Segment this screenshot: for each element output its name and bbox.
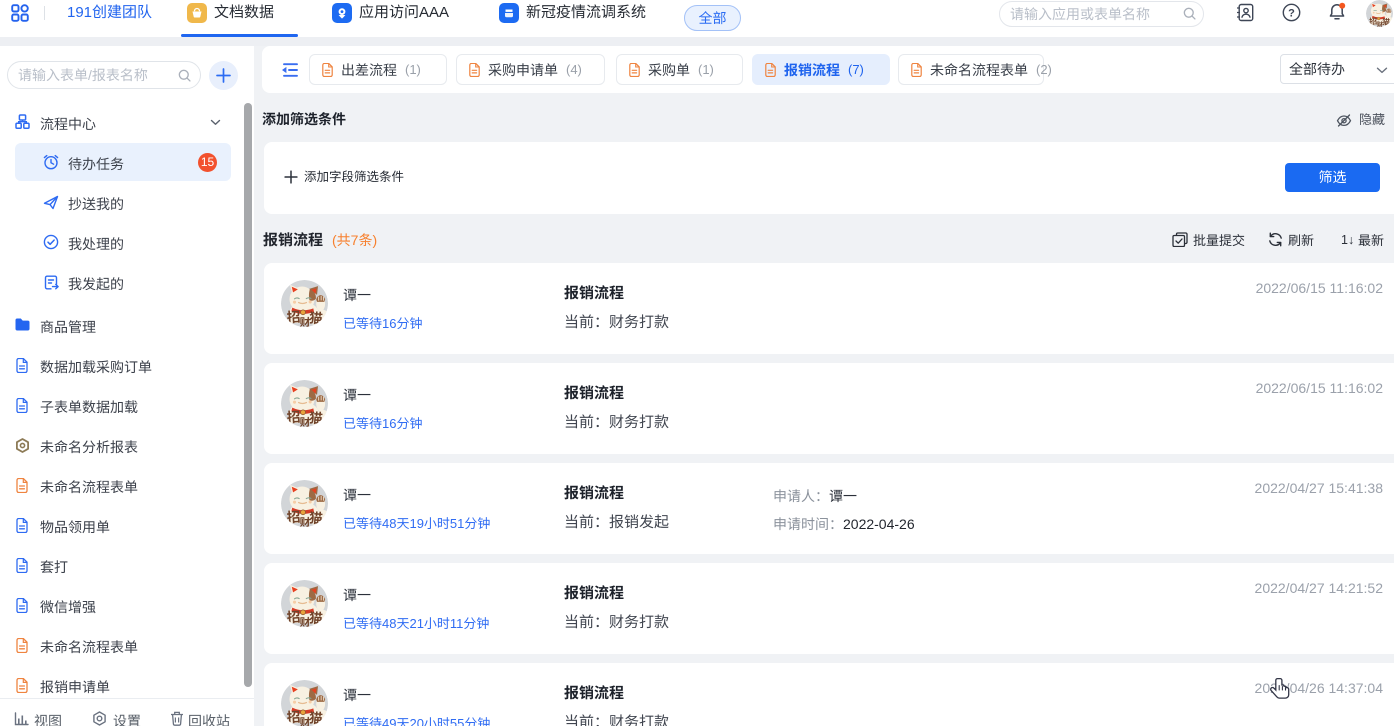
- svg-text:猫: 猫: [308, 306, 324, 327]
- svg-text:猫: 猫: [308, 706, 324, 726]
- svg-text:猫: 猫: [308, 406, 324, 427]
- svg-text:?: ?: [1288, 7, 1295, 19]
- svg-text:猫: 猫: [308, 506, 324, 527]
- svg-text:猫: 猫: [1382, 16, 1391, 27]
- svg-text:猫: 猫: [308, 606, 324, 627]
